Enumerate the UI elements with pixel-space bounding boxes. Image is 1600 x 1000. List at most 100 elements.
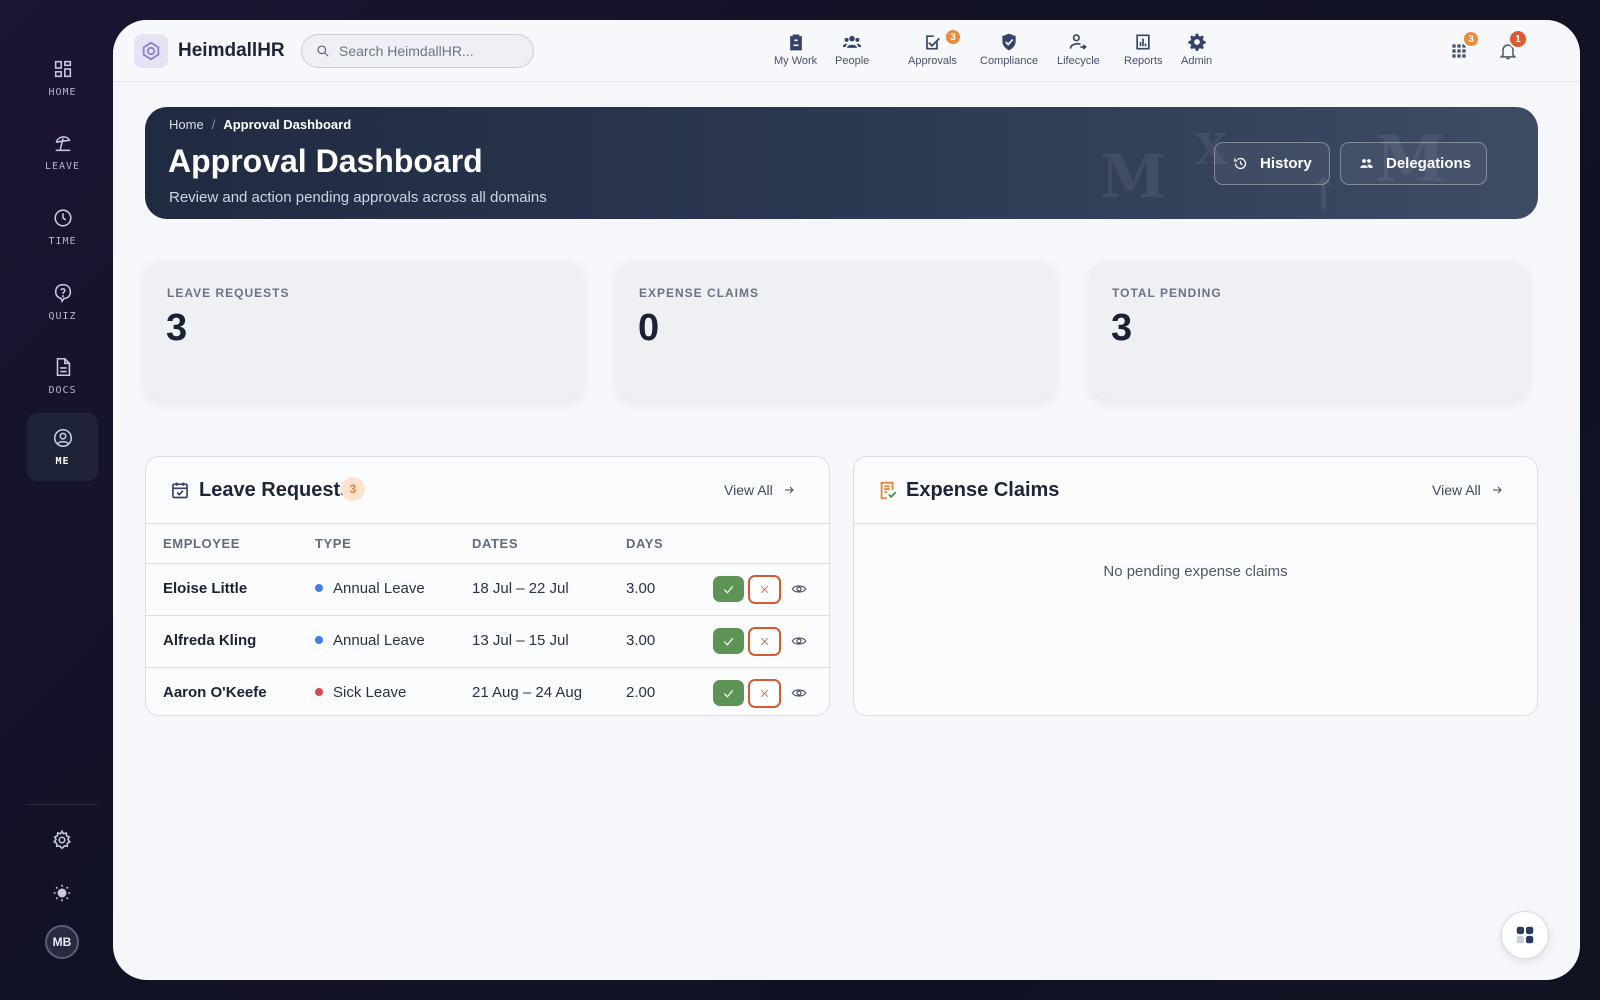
close-icon — [760, 585, 769, 594]
page-title: Approval Dashboard — [168, 143, 483, 179]
clock-icon — [53, 209, 72, 227]
check-icon — [723, 585, 734, 594]
check-icon — [723, 689, 734, 698]
logo[interactable] — [134, 34, 168, 68]
table-row: Alfreda Kling Annual Leave 13 Jul – 15 J… — [146, 615, 829, 667]
leave-type: Sick Leave — [315, 684, 406, 701]
nav-compliance[interactable]: Compliance — [980, 32, 1038, 72]
view-all-link[interactable]: View All — [724, 482, 795, 498]
approve-button[interactable] — [713, 628, 744, 654]
rail-item-label: LEAVE — [44, 161, 81, 172]
reject-button[interactable] — [748, 575, 781, 604]
delegations-label: Delegations — [1386, 155, 1472, 172]
close-icon — [760, 637, 769, 646]
rail-item-me[interactable]: ME — [27, 413, 98, 481]
rail-item-label: DOCS — [48, 385, 77, 396]
breadcrumb-home[interactable]: Home — [169, 117, 204, 132]
nav-lifecycle[interactable]: Lifecycle — [1057, 32, 1100, 72]
eye-icon — [791, 637, 807, 645]
main-panel: HeimdallHR My Work People Approvals 3 Co… — [113, 20, 1580, 980]
history-button[interactable]: History — [1214, 142, 1330, 185]
stat-label: EXPENSE CLAIMS — [639, 286, 760, 300]
view-all-label: View All — [724, 482, 773, 498]
top-bar: HeimdallHR My Work People Approvals 3 Co… — [113, 20, 1580, 82]
dashboard-icon — [54, 60, 71, 78]
page-subtitle: Review and action pending approvals acro… — [169, 189, 547, 206]
theme-toggle-button[interactable] — [40, 873, 84, 913]
count-badge: 3 — [341, 477, 365, 501]
approvals-badge: 3 — [944, 28, 962, 46]
assistant-fab-button[interactable] — [1501, 911, 1549, 959]
rail-item-quiz[interactable]: QUIZ — [27, 268, 98, 336]
search-box[interactable] — [301, 34, 534, 68]
people-icon — [1360, 159, 1373, 168]
card-title: Expense Claims — [906, 479, 1060, 501]
reject-button[interactable] — [748, 679, 781, 708]
leave-type: Annual Leave — [315, 632, 425, 649]
column-header-dates[interactable]: DATES — [472, 536, 518, 551]
stat-value: 3 — [166, 307, 188, 349]
column-header-type[interactable]: TYPE — [315, 536, 351, 551]
rail-item-home[interactable]: HOME — [27, 44, 98, 112]
breadcrumb: Home / Approval Dashboard — [169, 117, 351, 132]
approvals-icon — [926, 35, 941, 50]
gear-icon — [53, 829, 71, 850]
view-button[interactable] — [790, 632, 808, 650]
apps-button[interactable]: 3 — [1447, 30, 1480, 63]
stat-card-leave-requests: LEAVE REQUESTS 3 — [145, 261, 583, 399]
history-icon — [1234, 157, 1247, 170]
settings-button[interactable] — [40, 820, 84, 860]
decorative-rune-icon: M — [1100, 142, 1167, 212]
view-button[interactable] — [790, 684, 808, 702]
stat-card-expense-claims: EXPENSE CLAIMS 0 — [617, 261, 1055, 399]
employee-name[interactable]: Alfreda Kling — [163, 632, 256, 649]
nav-reports[interactable]: Reports — [1124, 32, 1163, 72]
view-button[interactable] — [790, 580, 808, 598]
nav-admin[interactable]: Admin — [1181, 32, 1212, 72]
notifications-button[interactable]: 1 — [1496, 29, 1528, 63]
card-title: Leave Requests — [199, 479, 352, 501]
leave-type-dot — [315, 636, 323, 645]
clipboard-icon — [789, 34, 802, 51]
nav-people[interactable]: People — [835, 32, 869, 72]
reject-button[interactable] — [748, 627, 781, 656]
avatar[interactable]: MB — [45, 925, 79, 959]
employee-name[interactable]: Eloise Little — [163, 580, 247, 597]
rail-item-leave[interactable]: LEAVE — [27, 118, 98, 186]
approve-button[interactable] — [713, 576, 744, 602]
card-header: Leave Requests 3 View All — [146, 457, 829, 524]
nav-label: Lifecycle — [1057, 55, 1100, 67]
expense-claims-card: Expense Claims View All No pending expen… — [853, 456, 1538, 716]
nav-label: My Work — [774, 55, 818, 67]
apps-dots-icon — [1516, 926, 1534, 944]
column-header-days[interactable]: DAYS — [626, 536, 663, 551]
delegations-button[interactable]: Delegations — [1340, 142, 1487, 185]
nav-label: People — [835, 55, 870, 67]
nav-my-work[interactable]: My Work — [774, 32, 817, 72]
approve-button[interactable] — [713, 680, 744, 706]
nav-approvals[interactable]: Approvals 3 — [908, 28, 962, 72]
column-header-employee[interactable]: EMPLOYEE — [163, 536, 240, 551]
question-icon — [54, 283, 71, 304]
calendar-check-icon — [172, 482, 188, 499]
leave-type-dot — [315, 688, 323, 697]
gear-icon — [1188, 33, 1206, 51]
leave-dates: 13 Jul – 15 Jul — [472, 632, 569, 649]
eye-icon — [791, 585, 807, 593]
leave-days: 2.00 — [626, 684, 656, 701]
stat-label: LEAVE REQUESTS — [167, 286, 290, 300]
notifications-badge: 1 — [1508, 29, 1528, 49]
sun-icon — [53, 884, 71, 902]
rail-item-time[interactable]: TIME — [27, 193, 98, 261]
document-icon — [56, 357, 70, 377]
employee-name[interactable]: Aaron O'Keefe — [163, 684, 267, 701]
leave-days: 3.00 — [626, 632, 656, 649]
rail-item-docs[interactable]: DOCS — [27, 342, 98, 410]
leave-type-label: Sick Leave — [333, 684, 407, 701]
rail-item-label: ME — [55, 456, 70, 467]
search-input[interactable] — [339, 43, 519, 59]
table-row: Eloise Little Annual Leave 18 Jul – 22 J… — [146, 563, 829, 615]
view-all-link[interactable]: View All — [1432, 482, 1503, 498]
leave-requests-card: Leave Requests 3 View All EMPLOYEE TYPE … — [145, 456, 830, 716]
leave-type-label: Annual Leave — [333, 580, 425, 597]
